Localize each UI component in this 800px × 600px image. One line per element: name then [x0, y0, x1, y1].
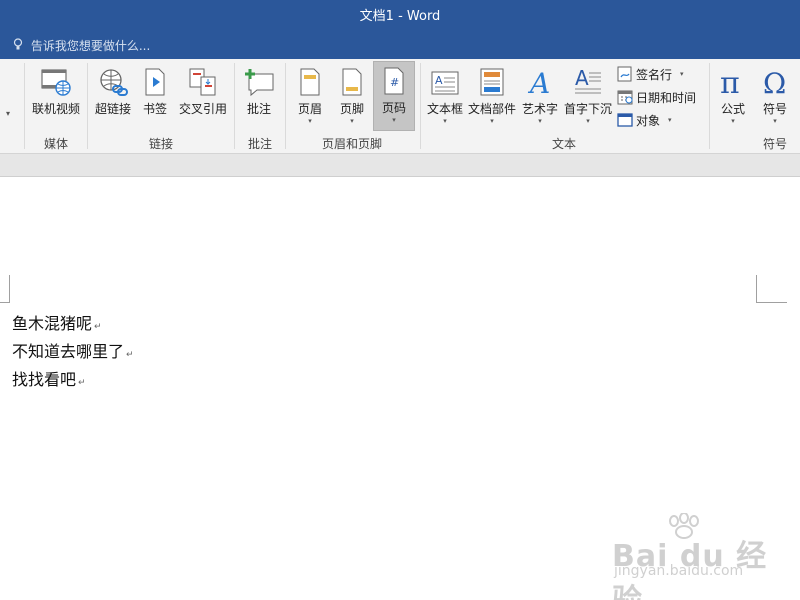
margin-corner-left: [0, 275, 10, 303]
hyperlink-button[interactable]: 超链接: [92, 63, 134, 131]
footer-button[interactable]: 页脚 ▾: [332, 63, 372, 131]
online-video-button[interactable]: 联机视频: [29, 63, 83, 131]
watermark-url: jingyan.baidu.com: [614, 563, 744, 579]
footer-label: 页脚: [339, 102, 364, 116]
text-box-button[interactable]: A 文本框 ▾: [424, 63, 466, 131]
ruler-bar: [0, 154, 800, 177]
signature-line-button[interactable]: 签名行 ▾: [617, 64, 684, 84]
group-label-links: 链接: [148, 137, 173, 151]
quick-parts-button[interactable]: 文档部件 ▾: [468, 63, 516, 131]
svg-text:Ω: Ω: [763, 67, 786, 97]
hyperlink-label: 超链接: [94, 102, 131, 116]
paragraph-line[interactable]: 不知道去哪里了 ↵: [12, 338, 134, 362]
wordart-button[interactable]: A 艺术字 ▾: [519, 63, 561, 131]
paragraph-mark-icon: ↵: [94, 322, 102, 332]
online-video-label: 联机视频: [31, 102, 80, 116]
bookmark-icon: [137, 63, 173, 97]
svg-text:A: A: [527, 67, 550, 97]
equation-label: 公式: [720, 102, 745, 116]
group-label-comments: 批注: [247, 137, 272, 151]
page-number-label: 页码: [381, 101, 406, 115]
wordart-label: 艺术字: [521, 102, 558, 116]
drop-cap-icon: A: [563, 63, 613, 97]
signature-line-label: 签名行: [636, 67, 673, 82]
date-time-button[interactable]: 日期和时间: [617, 87, 696, 107]
group-label-symbols: 符号: [762, 137, 787, 151]
svg-text:π: π: [720, 67, 740, 97]
ribbon-insert-tab: ▾ 联机视频 超链接 书签 交叉引用 批注 页眉 ▾ 页脚 ▾ # 页码 ▾ A…: [0, 59, 800, 154]
calendar-icon: [617, 90, 633, 105]
page-number-icon: #: [374, 62, 414, 96]
paragraph-mark-icon: ↵: [126, 350, 134, 360]
film-globe-icon: [29, 63, 83, 97]
group-label-header-footer: 页眉和页脚: [321, 137, 382, 151]
wordart-icon: A: [519, 63, 561, 97]
signature-icon: [617, 66, 632, 82]
omega-icon: Ω: [755, 63, 795, 97]
bookmark-label: 书签: [142, 102, 167, 116]
tell-me-box[interactable]: 告诉我您想要做什么...: [0, 33, 800, 59]
pi-icon: π: [713, 63, 753, 97]
date-time-label: 日期和时间: [636, 90, 697, 105]
comment-button[interactable]: 批注: [240, 63, 278, 131]
svg-text:#: #: [390, 76, 399, 89]
bookmark-button[interactable]: 书签: [137, 63, 173, 131]
header-label: 页眉: [297, 102, 322, 116]
cross-reference-button[interactable]: 交叉引用: [176, 63, 230, 131]
window-title: 文档1 - Word: [359, 9, 441, 24]
svg-text:A: A: [575, 67, 589, 90]
object-label: 对象: [636, 113, 661, 128]
group-label-text: 文本: [551, 137, 576, 151]
svg-text:A: A: [435, 74, 443, 87]
quick-parts-icon: [468, 63, 516, 97]
footer-icon: [332, 63, 372, 97]
quick-parts-label: 文档部件: [468, 102, 517, 116]
globe-link-icon: [92, 63, 134, 97]
group-label-media: 媒体: [43, 137, 68, 151]
margin-corner-right: [756, 275, 787, 303]
comment-icon: [240, 63, 278, 97]
text-box-label: 文本框: [426, 102, 463, 116]
drop-cap-label: 首字下沉: [563, 102, 612, 116]
overflow-caret[interactable]: ▾: [6, 103, 10, 123]
page-number-button[interactable]: # 页码 ▾: [373, 61, 415, 131]
header-icon: [290, 63, 330, 97]
paragraph-line[interactable]: 鱼木混猪呢 ↵: [12, 310, 102, 334]
symbol-label: 符号: [762, 102, 787, 116]
title-bar: 文档1 - Word: [0, 0, 800, 33]
baidu-watermark: Bai du 经验 jingyan.baidu.com: [612, 513, 772, 600]
comment-label: 批注: [246, 102, 271, 116]
paragraph-mark-icon: ↵: [78, 378, 86, 388]
symbol-button[interactable]: Ω 符号 ▾: [755, 63, 795, 131]
tell-me-placeholder: 告诉我您想要做什么...: [30, 39, 151, 53]
cross-reference-label: 交叉引用: [178, 102, 227, 116]
cross-reference-icon: [176, 63, 230, 97]
object-button[interactable]: 对象 ▾: [617, 110, 672, 130]
text-box-icon: A: [424, 63, 466, 97]
lightbulb-icon: [13, 34, 23, 60]
header-button[interactable]: 页眉 ▾: [290, 63, 330, 131]
equation-button[interactable]: π 公式 ▾: [713, 63, 753, 131]
paragraph-line[interactable]: 找找看吧 ↵: [12, 366, 86, 390]
drop-cap-button[interactable]: A 首字下沉 ▾: [563, 63, 613, 131]
object-icon: [617, 113, 633, 127]
